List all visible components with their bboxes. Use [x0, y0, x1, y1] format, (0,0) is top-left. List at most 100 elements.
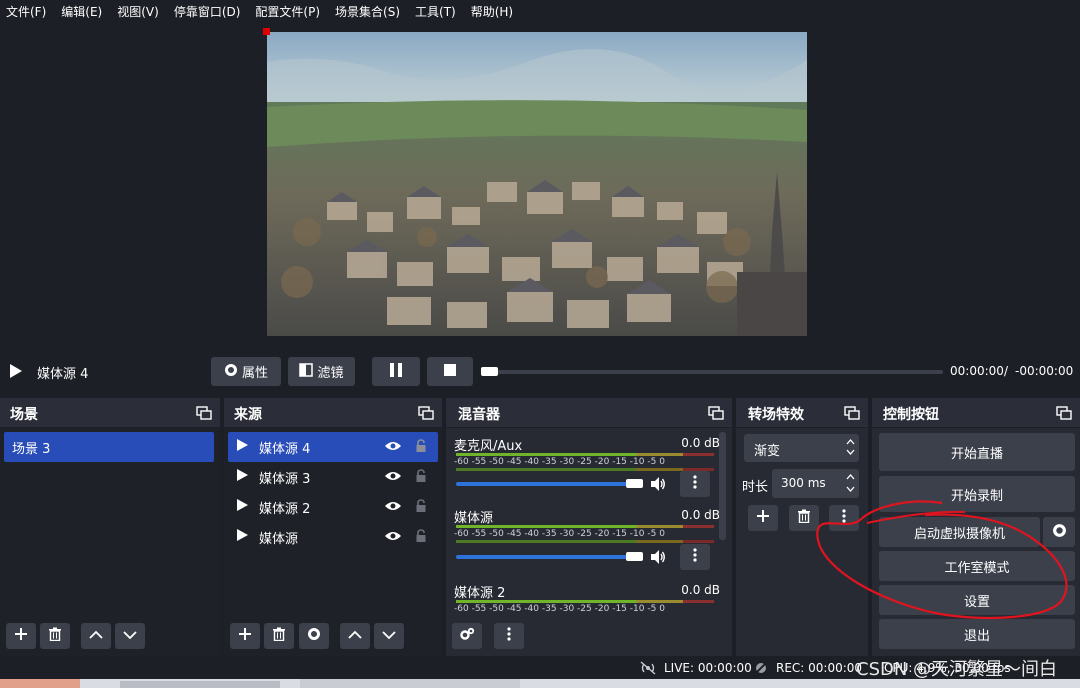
- menu-view[interactable]: 视图(V): [117, 3, 159, 20]
- audio-settings-button[interactable]: [452, 623, 482, 649]
- move-source-down-button[interactable]: [374, 623, 404, 649]
- mixer-channel-name: 媒体源 2: [454, 586, 506, 601]
- menu-bar: 文件(F) 编辑(E) 视图(V) 停靠窗口(D) 配置文件(P) 场景集合(S…: [0, 0, 1080, 23]
- transition-select[interactable]: 渐变: [744, 434, 859, 462]
- remove-transition-button[interactable]: [789, 505, 819, 531]
- menu-help[interactable]: 帮助(H): [471, 3, 513, 20]
- eye-icon[interactable]: [384, 500, 402, 516]
- menu-edit[interactable]: 编辑(E): [61, 3, 102, 20]
- db-scale: -60 -55 -50 -45 -40 -35 -30 -25 -20 -15 …: [454, 457, 665, 467]
- virtual-camera-button[interactable]: 启动虚拟摄像机: [879, 517, 1040, 547]
- seek-bar[interactable]: [481, 370, 943, 374]
- source-item-label: 媒体源: [259, 531, 299, 547]
- play-icon: [236, 438, 249, 456]
- source-properties-button[interactable]: [299, 623, 329, 649]
- pause-button[interactable]: [372, 357, 420, 386]
- settings-button[interactable]: 设置: [879, 585, 1075, 615]
- undock-icon[interactable]: [708, 406, 724, 420]
- eye-icon[interactable]: [384, 440, 402, 456]
- play-icon: [236, 528, 249, 546]
- transitions-header: 转场特效: [736, 398, 868, 428]
- channel-menu-button[interactable]: [680, 471, 710, 497]
- move-source-up-button[interactable]: [340, 623, 370, 649]
- properties-button[interactable]: 属性: [211, 357, 281, 386]
- audio-meter: [456, 468, 714, 471]
- audio-meter: [456, 525, 714, 528]
- add-transition-button[interactable]: [748, 505, 778, 531]
- record-status-icon: [754, 661, 768, 678]
- source-item[interactable]: 媒体源 4: [228, 432, 438, 462]
- more-vertical-icon: [842, 509, 846, 527]
- filters-label: 滤镜: [317, 366, 344, 381]
- db-scale: -60 -55 -50 -45 -40 -35 -30 -25 -20 -15 …: [454, 604, 665, 614]
- duration-spinbox[interactable]: 300 ms: [772, 469, 859, 498]
- chevron-down-icon: [123, 629, 137, 644]
- active-media-source: 媒体源 4: [37, 367, 89, 382]
- preview-canvas[interactable]: [267, 32, 807, 336]
- lock-icon[interactable]: [415, 499, 427, 517]
- undock-icon[interactable]: [844, 406, 860, 420]
- time-current: 00:00:00: [950, 364, 1004, 378]
- mixer-panel: 混音器 麦克风/Aux 0.0 dB -60 -55 -50 -45 -40 -…: [446, 398, 732, 656]
- volume-handle[interactable]: [626, 552, 643, 561]
- filters-button[interactable]: 滤镜: [288, 357, 355, 386]
- undock-icon[interactable]: [418, 406, 434, 420]
- undock-icon[interactable]: [1056, 406, 1072, 420]
- seek-handle[interactable]: [481, 367, 498, 376]
- sources-list: 媒体源 4 媒体源 3 媒体源 2 媒体源: [224, 428, 442, 656]
- chevron-updown-icon: [846, 437, 855, 461]
- stop-button[interactable]: [427, 357, 473, 386]
- add-scene-button[interactable]: [6, 623, 36, 649]
- studio-mode-button[interactable]: 工作室模式: [879, 551, 1075, 581]
- volume-handle[interactable]: [626, 479, 643, 488]
- add-source-button[interactable]: [230, 623, 260, 649]
- mixer-menu-button[interactable]: [494, 623, 524, 649]
- studio-mode-label: 工作室模式: [944, 560, 1010, 576]
- mixer-header: 混音器: [446, 398, 732, 428]
- start-streaming-button[interactable]: 开始直播: [879, 433, 1075, 471]
- mixer-channel-db: 0.0 dB: [681, 508, 720, 522]
- lock-icon[interactable]: [415, 529, 427, 547]
- move-scene-down-button[interactable]: [115, 623, 145, 649]
- speaker-icon[interactable]: [650, 549, 666, 569]
- remove-source-button[interactable]: [264, 623, 294, 649]
- lock-icon[interactable]: [415, 469, 427, 487]
- eye-icon[interactable]: [384, 470, 402, 486]
- mixer-channel-name: 麦克风/Aux: [454, 439, 523, 454]
- audio-meter: [456, 453, 714, 456]
- volume-slider[interactable]: [456, 555, 636, 559]
- menu-docks[interactable]: 停靠窗口(D): [174, 3, 241, 20]
- mixer-scrollbar[interactable]: [719, 432, 726, 540]
- menu-profile[interactable]: 配置文件(P): [255, 3, 320, 20]
- menu-tools[interactable]: 工具(T): [415, 3, 456, 20]
- start-recording-button[interactable]: 开始录制: [879, 476, 1075, 512]
- undock-icon[interactable]: [196, 406, 212, 420]
- move-scene-up-button[interactable]: [81, 623, 111, 649]
- audio-meter: [456, 540, 714, 543]
- menu-file[interactable]: 文件(F): [6, 3, 46, 20]
- source-item[interactable]: 媒体源 2: [228, 492, 438, 522]
- virtual-camera-settings-button[interactable]: [1043, 517, 1075, 547]
- volume-slider[interactable]: [456, 482, 636, 486]
- plus-icon: [14, 627, 28, 645]
- chevron-updown-icon[interactable]: [846, 472, 855, 498]
- exit-button[interactable]: 退出: [879, 619, 1075, 649]
- trash-icon: [48, 627, 62, 645]
- remove-scene-button[interactable]: [40, 623, 70, 649]
- transition-menu-button[interactable]: [829, 505, 859, 531]
- preview-resize-handle[interactable]: [263, 28, 270, 35]
- preview-area: [0, 23, 1080, 348]
- lock-icon[interactable]: [415, 439, 427, 457]
- scene-item[interactable]: 场景 3: [4, 432, 214, 462]
- scene-item-label: 场景 3: [12, 441, 51, 457]
- source-item[interactable]: 媒体源: [228, 522, 438, 552]
- menu-scene-collection[interactable]: 场景集合(S): [335, 3, 400, 20]
- duration-label: 时长: [742, 480, 769, 495]
- start-recording-label: 开始录制: [950, 488, 1003, 504]
- channel-menu-button[interactable]: [680, 544, 710, 570]
- eye-icon[interactable]: [384, 530, 402, 546]
- media-controls-bar: 媒体源 4 属性 滤镜 00:00:00 / -00:00:00: [0, 349, 1080, 393]
- plus-icon: [238, 627, 252, 645]
- speaker-icon[interactable]: [650, 476, 666, 496]
- source-item[interactable]: 媒体源 3: [228, 462, 438, 492]
